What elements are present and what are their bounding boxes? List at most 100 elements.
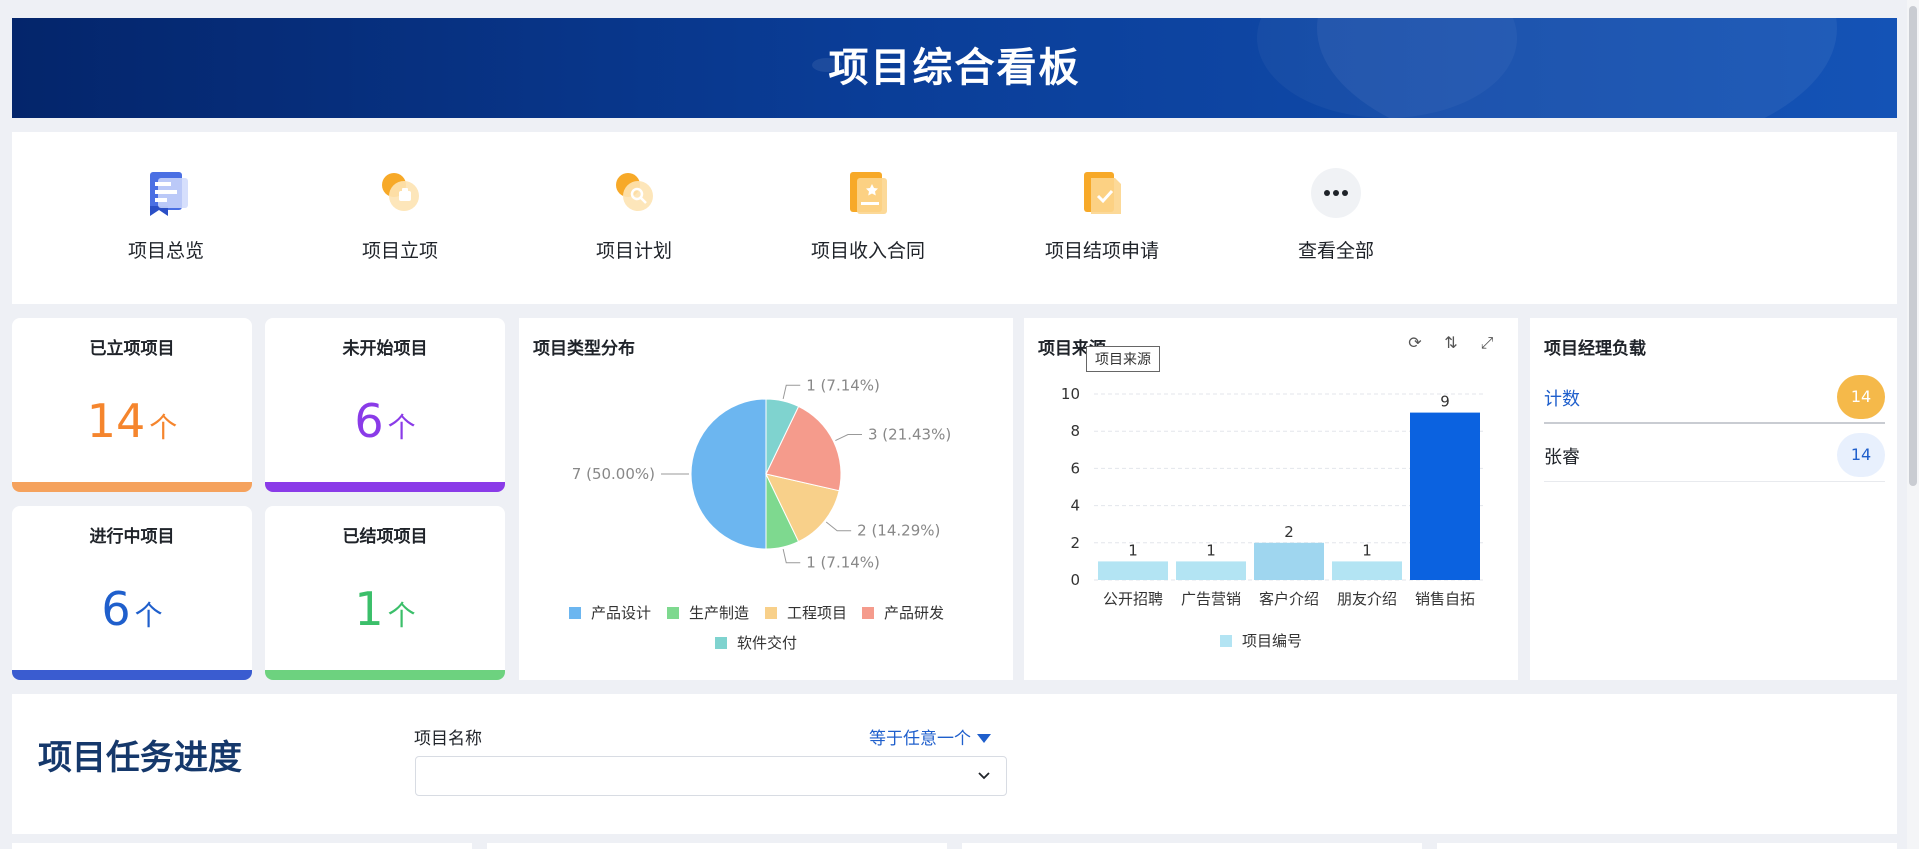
bar[interactable] <box>1410 412 1480 580</box>
pie-chart[interactable]: 7 (50.00%) 1 (7.14%) 2 (14.29%) 3 (21.43%) 1… <box>519 362 1013 622</box>
pie-label-line <box>782 384 801 400</box>
legend-label: 软件交付 <box>737 634 798 652</box>
sort-icon[interactable]: ⇅ <box>1440 332 1462 354</box>
pie-label-line <box>825 521 852 532</box>
bar-data-label: 2 <box>1284 523 1294 541</box>
project-name-select[interactable] <box>415 756 1007 796</box>
stat-number: 14 <box>86 394 146 448</box>
shortcut-closing-request[interactable]: 项目结项申请 <box>1022 166 1182 263</box>
stat-card-established[interactable]: 已立项项目 14 个 <box>12 318 252 492</box>
stat-accent-bar <box>265 670 505 680</box>
x-tick-label: 销售自拓 <box>1415 590 1475 608</box>
legend-swatch <box>667 607 679 619</box>
filter-operator-label: 等于任意一个 <box>869 729 971 749</box>
stat-accent-bar <box>12 482 252 492</box>
pie-slice[interactable] <box>690 398 767 550</box>
bottom-card <box>487 843 947 849</box>
legend-swatch <box>765 607 777 619</box>
legend-label: 生产制造 <box>689 604 750 622</box>
shortcut-project-setup[interactable]: 项目立项 <box>320 166 480 263</box>
manager-row[interactable]: 张睿 14 <box>1544 426 1885 482</box>
bar-data-label: 1 <box>1362 541 1372 559</box>
legend-swatch <box>715 637 727 649</box>
legend-item[interactable]: 软件交付 <box>715 632 797 653</box>
x-tick-label: 广告营销 <box>1181 590 1241 608</box>
panel-title: 项目经理负载 <box>1544 339 1646 359</box>
legend-label: 工程项目 <box>787 604 848 622</box>
pie-data-label: 7 (50.00%) <box>572 465 655 483</box>
legend-item[interactable]: 工程项目 <box>765 602 847 623</box>
chart-toolbar: ⟳ ⇅ ⤢ <box>1390 332 1498 354</box>
bar-data-label: 1 <box>1128 541 1138 559</box>
stat-card-not-started[interactable]: 未开始项目 6个 <box>265 318 505 492</box>
legend-item[interactable]: 产品研发 <box>862 602 944 623</box>
y-tick-label: 6 <box>1070 459 1080 477</box>
shortcut-view-all[interactable]: 查看全部 <box>1256 166 1416 263</box>
stat-title: 已结项项目 <box>342 527 428 547</box>
legend-swatch <box>862 607 874 619</box>
shortcut-project-plan[interactable]: 项目计划 <box>554 166 714 263</box>
ribbon-doc-icon <box>150 172 188 216</box>
chart-tooltip: 项目来源 <box>1086 346 1160 372</box>
stat-accent-bar <box>12 670 252 680</box>
y-tick-label: 2 <box>1070 534 1080 552</box>
stat-unit: 个 <box>134 599 163 632</box>
shortcut-bar: 项目总览 项目立项 项目计划 项目收入合同 项目结项申请 查看全部 <box>12 132 1897 304</box>
manager-row-header: 计数 14 <box>1544 368 1885 424</box>
x-tick-label: 客户介绍 <box>1259 590 1319 608</box>
bar-legend: 项目编号 <box>1024 630 1518 654</box>
dashboard-header: 项目综合看板 <box>12 18 1897 118</box>
fullscreen-icon[interactable]: ⤢ <box>1476 332 1498 354</box>
pie-data-label: 1 (7.14%) <box>806 554 880 572</box>
legend-label: 项目编号 <box>1242 632 1303 650</box>
section-title: 项目任务进度 <box>38 738 242 778</box>
page-scrollbar[interactable] <box>1907 0 1919 849</box>
contract-icon <box>850 172 887 214</box>
shortcut-income-contract[interactable]: 项目收入合同 <box>788 166 948 263</box>
y-tick-label: 10 <box>1061 385 1080 403</box>
shortcut-label: 项目结项申请 <box>1044 240 1159 262</box>
bar[interactable] <box>1332 561 1402 580</box>
stat-unit: 个 <box>149 411 178 444</box>
pie-legend: 产品设计 生产制造 工程项目 产品研发软件交付 <box>519 602 1013 662</box>
stat-number: 6 <box>101 582 131 636</box>
stat-card-in-progress[interactable]: 进行中项目 6个 <box>12 506 252 680</box>
legend-item[interactable]: 生产制造 <box>667 602 749 623</box>
shortcut-project-overview[interactable]: 项目总览 <box>86 166 246 263</box>
legend-swatch <box>569 607 581 619</box>
project-source-panel: 项目来源 ⟳ ⇅ ⤢ 项目来源 0 2 4 6 8 10 1 公开招聘 1 广告营销 2 客户介绍 1 朋友介… <box>1024 318 1518 680</box>
stat-title: 已立项项目 <box>89 339 175 359</box>
stat-value: 6个 <box>265 398 505 446</box>
bar[interactable] <box>1254 542 1324 580</box>
manager-name: 计数 <box>1544 389 1580 410</box>
pie-data-label: 1 (7.14%) <box>806 376 880 394</box>
stat-unit: 个 <box>387 599 416 632</box>
dashboard-title: 项目综合看板 <box>828 45 1081 91</box>
x-tick-label: 公开招聘 <box>1103 590 1163 608</box>
panel-title: 项目类型分布 <box>533 339 635 359</box>
manager-count-badge: 14 <box>1837 433 1885 477</box>
bar-chart[interactable]: 0 2 4 6 8 10 1 公开招聘 1 广告营销 2 客户介绍 1 朋友介绍 9 销售自拓 <box>1024 378 1518 618</box>
bar[interactable] <box>1098 561 1168 580</box>
stat-value: 6个 <box>12 586 252 634</box>
legend-item[interactable]: 项目编号 <box>1220 630 1302 651</box>
shortcut-label: 项目总览 <box>127 240 204 262</box>
filter-operator-dropdown[interactable]: 等于任意一个 <box>869 724 991 749</box>
refresh-icon[interactable]: ⟳ <box>1404 332 1426 354</box>
filter-label: 项目名称 <box>414 729 482 749</box>
stat-number: 6 <box>354 394 384 448</box>
chevron-down-icon <box>978 772 990 780</box>
legend-swatch <box>1220 635 1232 647</box>
stat-title: 进行中项目 <box>89 527 175 547</box>
stat-card-closed[interactable]: 已结项项目 1个 <box>265 506 505 680</box>
legend-item[interactable]: 产品设计 <box>569 602 651 623</box>
bar-data-label: 9 <box>1440 393 1450 411</box>
project-setup-icon <box>382 173 419 211</box>
shortcut-label: 项目收入合同 <box>810 240 925 262</box>
shortcut-label: 查看全部 <box>1297 240 1374 262</box>
legend-label: 产品研发 <box>884 604 945 622</box>
bar[interactable] <box>1176 561 1246 580</box>
y-tick-label: 0 <box>1070 571 1080 589</box>
scrollbar-thumb[interactable] <box>1909 6 1917 486</box>
y-tick-label: 4 <box>1070 497 1080 515</box>
